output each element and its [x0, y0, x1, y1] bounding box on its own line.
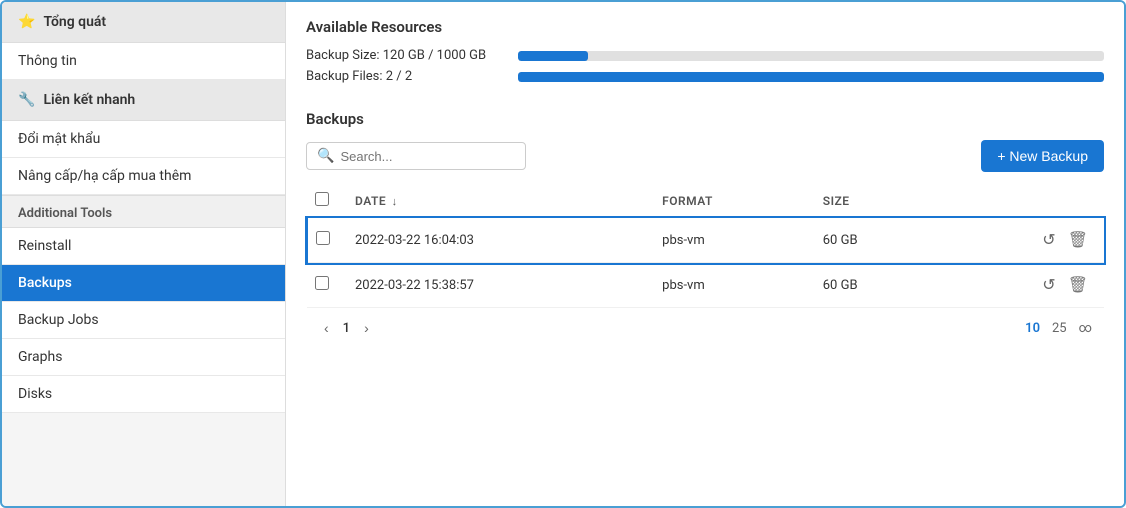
sidebar-item-thongtin[interactable]: Thông tin	[2, 43, 285, 80]
sidebar-item-backupjobs[interactable]: Backup Jobs	[2, 302, 285, 339]
resource-size-fill	[518, 51, 588, 61]
search-icon: 🔍	[317, 148, 334, 164]
resource-row-size: Backup Size: 120 GB / 1000 GB	[306, 48, 1104, 63]
table-header-date[interactable]: DATE ↓	[343, 184, 650, 218]
row2-actions-cell: ↺ 🗑	[949, 273, 1092, 297]
sidebar-item-nangcap[interactable]: Nâng cấp/hạ cấp mua thêm	[2, 158, 285, 195]
resource-row-files: Backup Files: 2 / 2	[306, 69, 1104, 84]
resource-files-label: Backup Files: 2 / 2	[306, 69, 506, 84]
pagination-sizes: 10 25 ∞	[1025, 321, 1092, 336]
row1-format: pbs-vm	[650, 218, 811, 263]
page-size-25[interactable]: 25	[1052, 321, 1067, 336]
backups-title: Backups	[306, 110, 1104, 128]
row1-size: 60 GB	[811, 218, 937, 263]
table-header-actions	[937, 184, 1104, 218]
sidebar-item-backups[interactable]: Backups	[2, 265, 285, 302]
resources-title: Available Resources	[306, 18, 1104, 36]
pagination-nav: ‹ 1 ›	[318, 318, 375, 338]
select-all-checkbox[interactable]	[315, 192, 329, 206]
row2-restore-button[interactable]: ↺	[1038, 273, 1059, 297]
page-size-10[interactable]: 10	[1025, 321, 1040, 336]
pagination-prev-button[interactable]: ‹	[318, 318, 335, 338]
sidebar-header-lienket-label: Liên kết nhanh	[43, 92, 135, 108]
row2-date: 2022-03-22 15:38:57	[343, 263, 650, 308]
search-input[interactable]	[340, 149, 515, 164]
row2-format: pbs-vm	[650, 263, 811, 308]
row1-delete-button[interactable]: 🗑	[1064, 228, 1092, 252]
sidebar-header-tongguat: ⭐ Tổng quát	[2, 2, 285, 43]
pagination-current-page: 1	[343, 321, 350, 336]
backups-table: DATE ↓ FORMAT SIZE	[306, 184, 1104, 308]
sidebar-item-reinstall[interactable]: Reinstall	[2, 228, 285, 265]
resource-size-progress	[518, 51, 1104, 61]
row2-delete-button[interactable]: 🗑	[1064, 273, 1092, 297]
pagination-next-button[interactable]: ›	[358, 318, 375, 338]
sidebar-item-doimatkhau[interactable]: Đổi mật khẩu	[2, 121, 285, 158]
row1-actions: ↺ 🗑	[937, 218, 1104, 263]
row2-checkbox[interactable]	[315, 276, 329, 290]
app-container: ⭐ Tổng quát Thông tin 🔧 Liên kết nhanh Đ…	[0, 0, 1126, 508]
resource-files-progress	[518, 72, 1104, 82]
row1-restore-button[interactable]: ↺	[1038, 228, 1059, 252]
date-sort-icon: ↓	[392, 195, 398, 208]
main-content: Available Resources Backup Size: 120 GB …	[286, 2, 1124, 506]
sidebar-header-lienket: 🔧 Liên kết nhanh	[2, 80, 285, 121]
new-backup-button[interactable]: + New Backup	[981, 140, 1104, 172]
row2-checkbox-cell	[307, 263, 343, 308]
resource-size-label: Backup Size: 120 GB / 1000 GB	[306, 48, 506, 63]
row1-checkbox[interactable]	[316, 231, 330, 245]
search-box[interactable]: 🔍	[306, 142, 526, 170]
row1-checkbox-cell	[307, 218, 343, 263]
additional-tools-divider: Additional Tools	[2, 195, 285, 228]
table-header-checkbox	[307, 184, 343, 218]
table-row: 2022-03-22 15:38:57 pbs-vm 60 GB ↺ 🗑	[307, 263, 1104, 308]
sidebar-item-graphs[interactable]: Graphs	[2, 339, 285, 376]
table-header-format: FORMAT	[650, 184, 811, 218]
resource-files-fill	[518, 72, 1104, 82]
table-header-row: DATE ↓ FORMAT SIZE	[307, 184, 1104, 218]
row1-date: 2022-03-22 16:04:03	[343, 218, 650, 263]
row2-size: 60 GB	[811, 263, 937, 308]
row1-actions-cell: ↺ 🗑	[949, 228, 1092, 252]
table-row: 2022-03-22 16:04:03 pbs-vm 60 GB ↺ 🗑	[307, 218, 1104, 263]
sidebar-item-disks[interactable]: Disks	[2, 376, 285, 413]
wrench-icon: 🔧	[18, 92, 35, 108]
sidebar-header-tongguat-label: Tổng quát	[43, 14, 106, 30]
table-header-size: SIZE	[811, 184, 937, 218]
pagination: ‹ 1 › 10 25 ∞	[306, 308, 1104, 342]
resources-section: Available Resources Backup Size: 120 GB …	[306, 18, 1104, 90]
sidebar: ⭐ Tổng quát Thông tin 🔧 Liên kết nhanh Đ…	[2, 2, 286, 506]
row2-actions: ↺ 🗑	[937, 263, 1104, 308]
backups-toolbar: 🔍 + New Backup	[306, 140, 1104, 172]
backups-section: Backups 🔍 + New Backup DATE	[306, 110, 1104, 490]
page-size-all[interactable]: ∞	[1079, 321, 1092, 336]
star-icon: ⭐	[18, 14, 35, 30]
